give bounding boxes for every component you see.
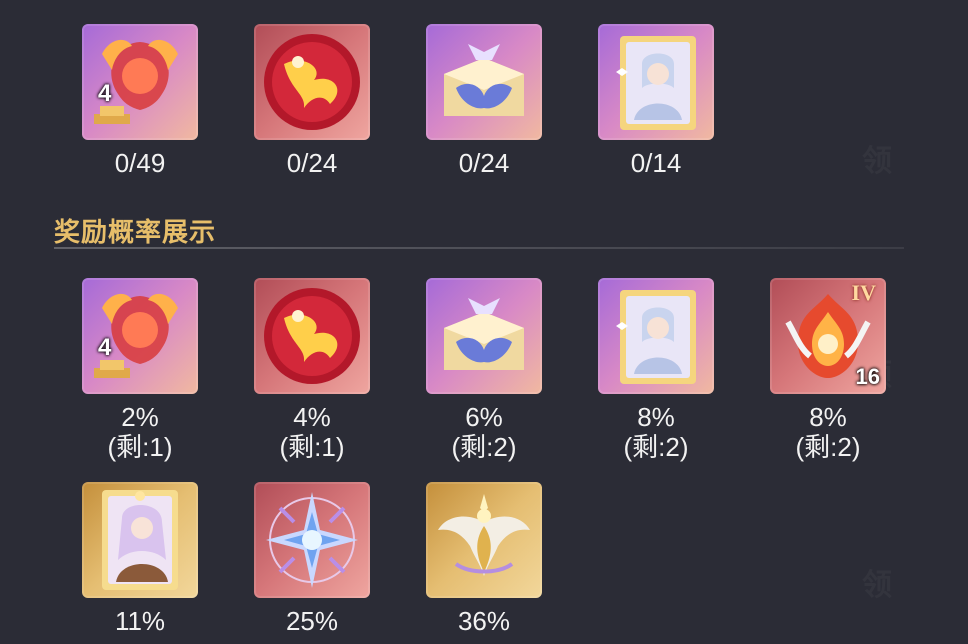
quantity-badge: 16: [855, 364, 880, 389]
reward-item[interactable]: 36%: [424, 482, 544, 636]
section-title: 奖励概率展示: [54, 217, 217, 247]
reward-item[interactable]: 6% (剩:2): [424, 278, 544, 462]
reward-rate: 4%: [293, 402, 331, 432]
background-watermark: 领: [862, 136, 892, 180]
background-watermark: 领: [862, 560, 892, 604]
reward-rate: 11%: [114, 606, 166, 636]
treasure-chest-icon: [426, 278, 542, 394]
tier-number: 4: [98, 80, 112, 107]
reward-item[interactable]: 4 2% (剩:1): [80, 278, 200, 462]
progress-item[interactable]: 0/14: [596, 24, 716, 178]
red-orb-icon: [254, 278, 370, 394]
reward-item[interactable]: 8% (剩:2): [596, 278, 716, 462]
trophy-emblem-icon: 4: [82, 24, 198, 140]
reward-rate: 6%: [465, 402, 503, 432]
reward-remaining: (剩:2): [623, 432, 689, 462]
red-orb-icon: [254, 24, 370, 140]
progress-count: 0/49: [114, 148, 166, 178]
progress-count: 0/24: [458, 148, 510, 178]
reward-item[interactable]: 4% (剩:1): [252, 278, 372, 462]
tier-roman-numeral: IV: [851, 280, 876, 305]
progress-item[interactable]: 0/24: [252, 24, 372, 178]
winged-emblem-icon: [426, 482, 542, 598]
tier-number: 4: [98, 334, 112, 361]
reward-rate: 2%: [121, 402, 159, 432]
treasure-chest-icon: [426, 24, 542, 140]
reward-rate: 8%: [637, 402, 675, 432]
section-divider: [54, 247, 904, 249]
heroine-card-icon: [82, 482, 198, 598]
character-card-icon: [598, 278, 714, 394]
reward-rate: 8%: [809, 402, 847, 432]
reward-item[interactable]: 11%: [80, 482, 200, 636]
reward-rate: 36%: [457, 606, 511, 636]
crystal-star-icon: [254, 482, 370, 598]
progress-item[interactable]: 0/24: [424, 24, 544, 178]
reward-remaining: (剩:2): [795, 432, 861, 462]
reward-remaining: (剩:1): [279, 432, 345, 462]
progress-item[interactable]: 4 0/49: [80, 24, 200, 178]
progress-count: 0/14: [630, 148, 682, 178]
character-card-icon: [598, 24, 714, 140]
trophy-emblem-icon: 4: [82, 278, 198, 394]
progress-count: 0/24: [286, 148, 338, 178]
reward-rate: 25%: [285, 606, 339, 636]
reward-remaining: (剩:2): [451, 432, 517, 462]
reward-remaining: (剩:1): [107, 432, 173, 462]
flame-crest-icon: IV 16: [770, 278, 886, 394]
reward-item[interactable]: IV 16 8% (剩:2): [768, 278, 888, 462]
reward-item[interactable]: 25%: [252, 482, 372, 636]
